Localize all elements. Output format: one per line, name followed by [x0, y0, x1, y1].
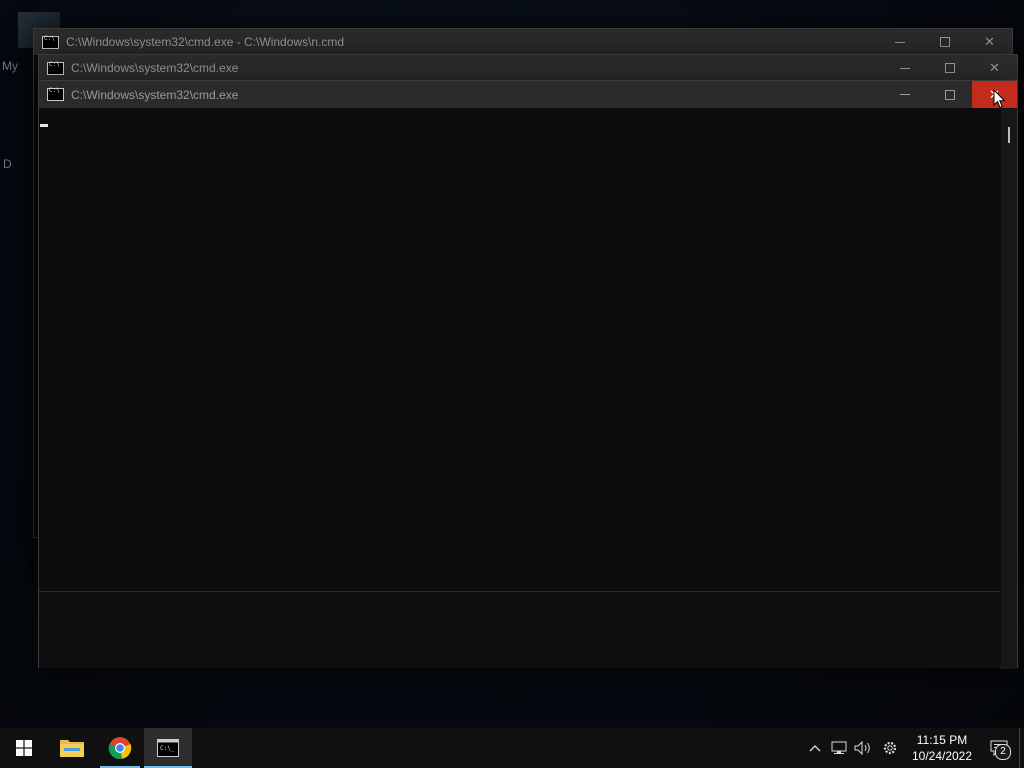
start-button[interactable] [0, 728, 48, 768]
minimize-button[interactable] [882, 81, 927, 108]
titlebar[interactable]: C:\Windows\system32\cmd.exe ✕ [39, 81, 1017, 108]
file-explorer-icon [60, 740, 84, 757]
clock-time: 11:15 PM [916, 733, 968, 747]
speaker-icon [854, 741, 870, 755]
titlebar[interactable]: C:\Windows\system32\cmd.exe ✕ [39, 55, 1017, 81]
close-button[interactable]: ✕ [967, 29, 1012, 56]
volume-button[interactable] [851, 728, 875, 768]
window-title: C:\Windows\system32\cmd.exe - C:\Windows… [66, 35, 345, 49]
maximize-button[interactable] [922, 29, 967, 56]
console-lower-area [39, 591, 1000, 668]
maximize-button[interactable] [927, 81, 972, 108]
show-desktop-button[interactable] [1019, 728, 1024, 768]
vertical-scrollbar[interactable] [1001, 109, 1017, 669]
taskbar-chrome[interactable] [96, 728, 144, 768]
minimize-button[interactable] [882, 55, 927, 82]
console-output[interactable] [39, 111, 1000, 591]
clock[interactable]: 11:15 PM 10/24/2022 [905, 732, 979, 764]
close-icon: ✕ [984, 34, 995, 49]
network-button[interactable] [827, 728, 851, 768]
windows-start-icon [16, 740, 32, 756]
minimize-icon [899, 94, 910, 95]
window-title: C:\Windows\system32\cmd.exe [71, 87, 239, 102]
close-icon: ✕ [989, 60, 1000, 75]
maximize-button[interactable] [927, 55, 972, 82]
minimize-icon [894, 41, 905, 43]
cmd-icon [47, 61, 64, 75]
maximize-icon [944, 63, 955, 73]
maximize-icon [939, 37, 950, 47]
system-tray: 11:15 PM 10/24/2022 2 [803, 728, 1024, 768]
titlebar[interactable]: C:\Windows\system32\cmd.exe - C:\Windows… [34, 29, 1012, 55]
cmd-icon [42, 35, 59, 49]
cmd-window-front[interactable]: C:\Windows\system32\cmd.exe ✕ [38, 80, 1018, 669]
chevron-up-icon [809, 745, 821, 752]
gear-icon [883, 741, 897, 755]
network-icon [831, 741, 847, 754]
taskbar-cmd[interactable]: C:\_ [144, 728, 192, 768]
cmd-icon [47, 87, 64, 101]
notification-count-badge: 2 [995, 744, 1011, 760]
desktop-icon-label: My [2, 59, 18, 73]
action-center-button[interactable]: 2 [979, 728, 1019, 768]
minimize-icon [899, 67, 910, 69]
minimize-button[interactable] [877, 29, 922, 56]
scrollbar-thumb[interactable] [1008, 127, 1010, 143]
clock-date: 10/24/2022 [911, 749, 973, 763]
text-cursor [40, 124, 48, 127]
show-hidden-icons[interactable] [803, 728, 827, 768]
cmd-icon: C:\_ [157, 739, 179, 757]
taskbar-file-explorer[interactable] [48, 728, 96, 768]
window-title: C:\Windows\system32\cmd.exe [71, 61, 239, 75]
mouse-pointer-icon [993, 89, 1005, 109]
close-button[interactable]: ✕ [972, 55, 1017, 82]
settings-button[interactable] [875, 728, 905, 768]
chrome-icon [108, 737, 132, 760]
svg-text:C:\_: C:\_ [160, 745, 175, 752]
desktop-icon-label-2: D [3, 157, 12, 171]
maximize-icon [944, 89, 955, 100]
taskbar: C:\_ 11:15 PM 10/24/2022 2 [0, 728, 1024, 768]
